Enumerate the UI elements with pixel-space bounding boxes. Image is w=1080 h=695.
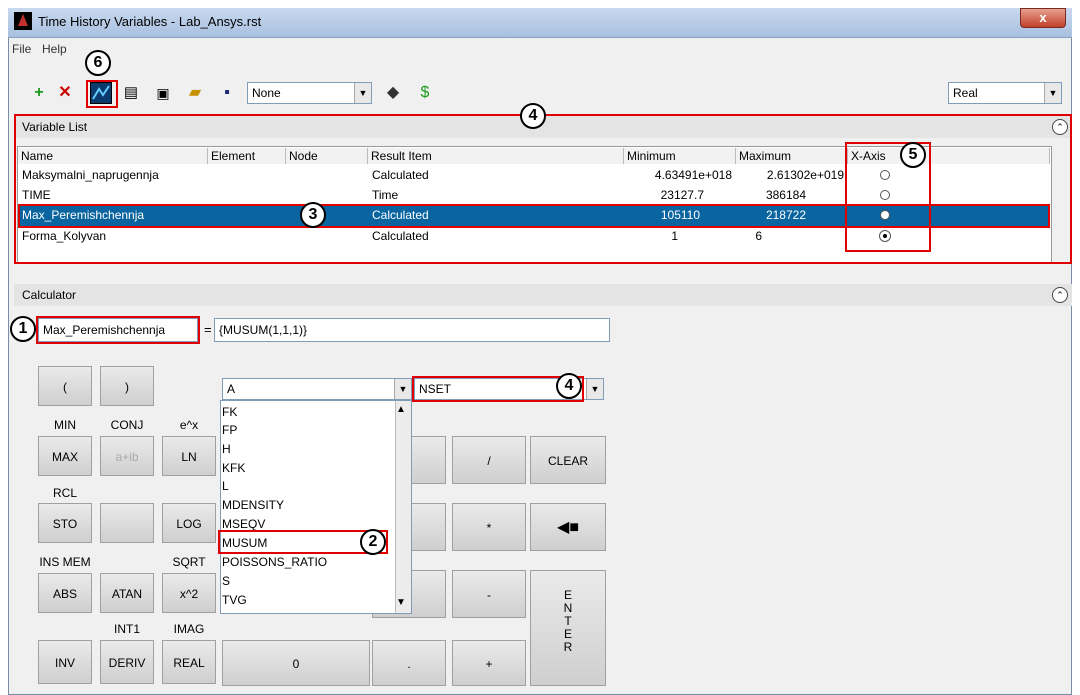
app-logo-icon — [14, 12, 32, 30]
button-divide[interactable]: / — [452, 436, 526, 484]
button-blank[interactable] — [100, 503, 154, 543]
callout-3: 3 — [300, 202, 326, 228]
button-atan[interactable]: ATAN — [100, 573, 154, 613]
callout-2: 2 — [360, 529, 386, 555]
list-item[interactable]: MDENSITY — [222, 497, 284, 513]
toolbar-dropdown-value: None — [252, 86, 281, 100]
equals-sign: = — [204, 322, 212, 337]
label-ins-mem: INS MEM — [39, 555, 91, 569]
real-dropdown[interactable]: Real ▼ — [948, 82, 1062, 104]
label-conj: CONJ — [110, 418, 144, 432]
backspace-arrow-icon[interactable]: ◀■ — [530, 503, 606, 551]
button-right-paren[interactable]: ) — [100, 366, 154, 406]
highlight-graph-button — [86, 80, 118, 108]
callout-6: 6 — [85, 50, 111, 76]
button-minus[interactable]: - — [452, 570, 526, 618]
save-icon[interactable]: ▪ — [216, 82, 238, 104]
eraser-icon[interactable]: ◆ — [382, 82, 404, 104]
button-inv[interactable]: INV — [38, 640, 92, 684]
toolbar-dropdown[interactable]: None ▼ — [247, 82, 372, 104]
chevron-down-icon: ▼ — [394, 379, 411, 399]
button-log[interactable]: LOG — [162, 503, 216, 543]
button-complex[interactable]: a+ib — [100, 436, 154, 476]
calculator-a-dropdown[interactable]: A ▼ — [222, 378, 412, 400]
dollar-icon[interactable]: $ — [414, 82, 436, 104]
button-real[interactable]: REAL — [162, 640, 216, 684]
list-item[interactable]: L — [222, 478, 229, 494]
scroll-down-icon[interactable]: ▼ — [396, 597, 406, 608]
label-rcl: RCL — [52, 486, 77, 500]
list-item[interactable]: H — [222, 441, 231, 457]
menu-help[interactable]: Help — [42, 42, 67, 56]
button-max[interactable]: MAX — [38, 436, 92, 476]
list-item[interactable]: FP — [222, 422, 237, 438]
button-deriv[interactable]: DERIV — [100, 640, 154, 684]
button-abs[interactable]: ABS — [38, 573, 92, 613]
button-ln[interactable]: LN — [162, 436, 216, 476]
highlight-var-name — [36, 316, 200, 344]
calculator-title: Calculator — [22, 288, 77, 302]
close-button[interactable]: x — [1020, 8, 1066, 28]
list-item[interactable]: TVG — [222, 592, 247, 608]
button-plus[interactable]: + — [452, 640, 526, 686]
a-dropdown-value: A — [227, 382, 236, 396]
callout-4-list: 4 — [520, 103, 546, 129]
button-sto[interactable]: STO — [38, 503, 92, 543]
callout-5: 5 — [900, 142, 926, 168]
list-item[interactable]: POISSONS_RATIO — [222, 554, 327, 570]
expression-field[interactable]: {MUSUM(1,1,1)} — [214, 318, 610, 342]
chevron-down-icon: ▼ — [586, 379, 603, 399]
list-scrollbar[interactable] — [395, 401, 411, 613]
list-item[interactable]: S — [222, 573, 230, 589]
calculator-header: Calculator — [14, 284, 1072, 306]
callout-4-nset: 4 — [556, 373, 582, 399]
delete-variable-icon[interactable]: ✕ — [54, 82, 76, 104]
window-title: Time History Variables - Lab_Ansys.rst — [38, 14, 262, 29]
collapse-icon[interactable]: ⌃ — [1052, 287, 1068, 303]
button-0[interactable]: 0 — [222, 640, 370, 686]
chevron-down-icon: ▼ — [1044, 83, 1061, 103]
real-dropdown-value: Real — [953, 86, 978, 100]
label-ex: e^x — [179, 418, 199, 432]
list-data-icon[interactable]: ▤ — [120, 82, 142, 104]
scroll-up-icon[interactable]: ▲ — [396, 404, 406, 415]
open-folder-icon[interactable]: ▰ — [184, 82, 206, 104]
button-clear[interactable]: CLEAR — [530, 436, 606, 484]
button-enter[interactable]: E N T E R — [530, 570, 606, 686]
menu-file[interactable]: File — [12, 42, 31, 56]
list-item[interactable]: FK — [222, 404, 237, 420]
button-multiply[interactable]: * — [452, 503, 526, 551]
list-item[interactable]: KFK — [222, 460, 245, 476]
button-square[interactable]: x^2 — [162, 573, 216, 613]
callout-1: 1 — [10, 316, 36, 342]
add-variable-icon[interactable]: + — [28, 82, 50, 104]
button-decimal[interactable]: . — [372, 640, 446, 686]
chevron-down-icon: ▼ — [354, 83, 371, 103]
button-left-paren[interactable]: ( — [38, 366, 92, 406]
label-imag: IMAG — [173, 622, 205, 636]
label-sqrt: SQRT — [172, 555, 206, 569]
properties-icon[interactable]: ▣ — [152, 82, 174, 104]
label-min: MIN — [54, 418, 76, 432]
label-int1: INT1 — [113, 622, 140, 636]
